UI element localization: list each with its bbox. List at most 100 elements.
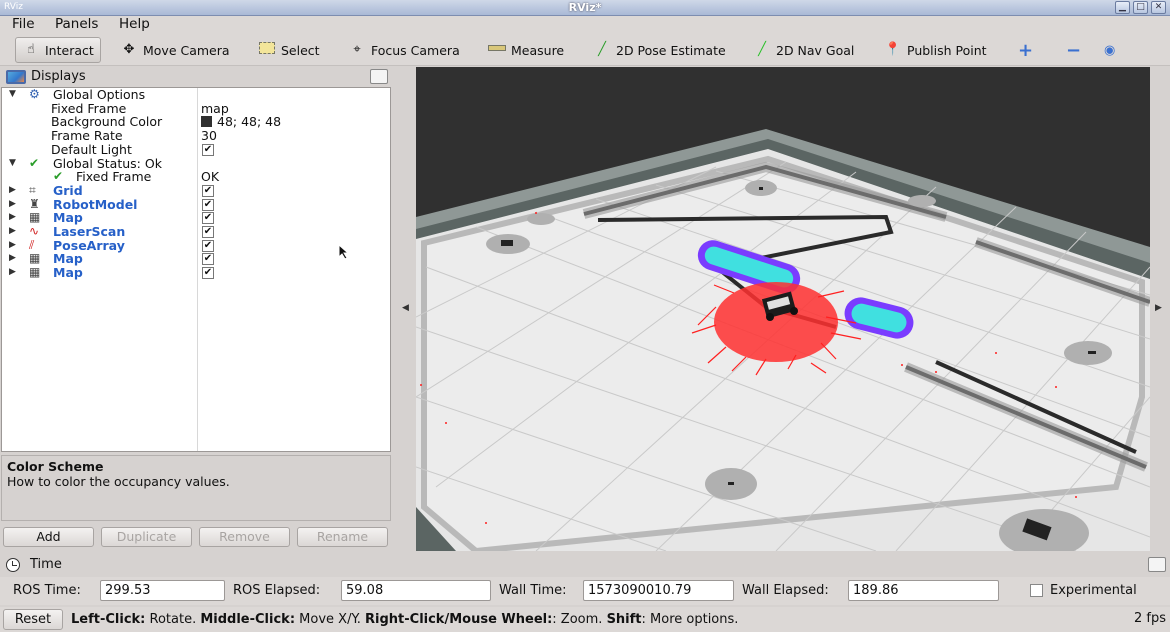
laserscan-checkbox[interactable]: ✔ [202, 226, 214, 238]
green-arrow-icon: ╱ [598, 42, 606, 57]
expanded-arrow-icon[interactable]: ▼ [9, 88, 16, 102]
checkmark-icon: ✔ [53, 169, 64, 184]
move-camera-tool-button[interactable]: ✥ Move Camera [120, 37, 230, 63]
add-tool-button[interactable]: + [1018, 37, 1033, 63]
tree-row-status-fixed-frame[interactable]: ✔ Fixed Frame OK [2, 169, 390, 184]
grid-icon: ⌗ [29, 182, 36, 197]
collapsed-arrow-icon[interactable]: ▶ [9, 211, 16, 225]
3d-viewport[interactable] [416, 67, 1150, 551]
wall-elapsed-field[interactable]: 189.86 [848, 580, 999, 601]
ros-elapsed-label: ROS Elapsed: [233, 583, 321, 598]
menu-file[interactable]: File [12, 16, 35, 33]
plus-icon: + [1018, 39, 1034, 61]
map-pin-icon: 📍 [884, 42, 902, 57]
monitor-icon [6, 70, 26, 84]
fps-indicator: 2 fps [1133, 611, 1166, 626]
laser-scan-icon: ∿ [29, 224, 40, 238]
displays-title: Displays [31, 69, 86, 84]
duplicate-display-button[interactable]: Duplicate [101, 527, 192, 547]
clock-icon [6, 558, 20, 572]
reset-button[interactable]: Reset [3, 609, 63, 630]
experimental-checkbox[interactable] [1030, 584, 1043, 597]
status-bar: Reset Left-Click: Rotate. Middle-Click: … [0, 607, 1170, 632]
status-hint: Left-Click: Rotate. Middle-Click: Move X… [71, 612, 739, 627]
selection-box-icon [258, 42, 276, 58]
collapsed-arrow-icon[interactable]: ▶ [9, 198, 16, 212]
pose-array-icon: ⫽ [29, 237, 35, 252]
interact-tool-button[interactable]: ☝ Interact [15, 37, 101, 63]
move-arrows-icon: ✥ [123, 42, 135, 57]
robot-model-icon: ♜ [29, 196, 40, 211]
tree-row-default-light[interactable]: Default Light ✔ [2, 143, 390, 157]
menu-help[interactable]: Help [119, 16, 150, 33]
ros-elapsed-field[interactable]: 59.08 [341, 580, 491, 601]
experimental-label: Experimental [1050, 583, 1137, 598]
tree-row-frame-rate[interactable]: Frame Rate 30 [2, 129, 390, 143]
collapsed-arrow-icon[interactable]: ▶ [9, 266, 16, 280]
collapse-left-arrow-icon[interactable]: ◀ [402, 303, 409, 313]
toolbar: ☝ Interact ✥ Move Camera Select ⌖ Focus … [0, 34, 1170, 66]
minimize-button[interactable]: ▁ [1115, 1, 1130, 14]
map-checkbox[interactable]: ✔ [202, 253, 214, 266]
menu-panels[interactable]: Panels [55, 16, 98, 33]
remove-display-button[interactable]: Remove [199, 527, 290, 547]
map-checkbox[interactable]: ✔ [202, 267, 214, 280]
mouse-cursor-icon [338, 244, 350, 260]
robotmodel-checkbox[interactable]: ✔ [202, 198, 214, 211]
tree-row-grid[interactable]: ▶ ⌗ Grid ✔ [2, 182, 390, 198]
property-description-box: Color Scheme How to color the occupancy … [1, 455, 391, 521]
description-title: Color Scheme [7, 459, 104, 474]
tree-row-background-color[interactable]: Background Color 48; 48; 48 [2, 115, 390, 129]
ros-time-field[interactable]: 299.53 [100, 580, 225, 601]
collapsed-arrow-icon[interactable]: ▶ [9, 184, 16, 198]
2d-pose-estimate-tool-button[interactable]: ╱ 2D Pose Estimate [593, 37, 726, 63]
posearray-checkbox[interactable]: ✔ [202, 239, 214, 252]
tree-row-robotmodel[interactable]: ▶ ♜ RobotModel ✔ [2, 196, 390, 212]
add-display-button[interactable]: Add [3, 527, 94, 547]
ros-time-label: ROS Time: [13, 583, 81, 598]
gear-icon: ⚙ [29, 87, 40, 101]
hand-pointer-icon: ☝ [27, 42, 35, 57]
collapse-right-arrow-icon[interactable]: ▶ [1155, 303, 1162, 313]
panel-float-button[interactable] [370, 69, 388, 84]
tree-row-posearray[interactable]: ▶ ⫽ PoseArray ✔ [2, 237, 390, 253]
wall-time-field[interactable]: 1573090010.79 [583, 580, 734, 601]
grid-checkbox[interactable]: ✔ [202, 184, 214, 197]
rename-display-button[interactable]: Rename [297, 527, 388, 547]
publish-point-tool-button[interactable]: 📍 Publish Point [884, 37, 987, 63]
wall-time-label: Wall Time: [499, 583, 567, 598]
panel-float-button[interactable] [1148, 557, 1166, 572]
collapsed-arrow-icon[interactable]: ▶ [9, 239, 16, 253]
tree-row-laserscan[interactable]: ▶ ∿ LaserScan ✔ [2, 224, 390, 239]
time-title: Time [30, 557, 62, 572]
tree-row-fixed-frame[interactable]: Fixed Frame map [2, 101, 390, 116]
focus-camera-tool-button[interactable]: ⌖ Focus Camera [348, 37, 459, 63]
collapsed-arrow-icon[interactable]: ▶ [9, 252, 16, 266]
select-tool-button[interactable]: Select [258, 37, 320, 63]
eye-icon: ◉ [1104, 42, 1116, 58]
tool-properties-button[interactable]: ◉ [1104, 37, 1115, 63]
time-panel: ROS Time: 299.53 ROS Elapsed: 59.08 Wall… [0, 577, 1170, 605]
measure-tool-button[interactable]: Measure [488, 37, 564, 63]
description-text: How to color the occupancy values. [7, 474, 230, 489]
map-checkbox[interactable]: ✔ [202, 212, 214, 225]
ruler-icon [488, 42, 506, 58]
default-light-checkbox[interactable]: ✔ [202, 143, 214, 156]
displays-tree[interactable]: ▼ ⚙ Global Options Fixed Frame map Backg… [1, 87, 391, 452]
color-swatch [201, 116, 212, 128]
tree-row-global-options[interactable]: ▼ ⚙ Global Options [2, 87, 390, 102]
window-title: RViz* [568, 1, 602, 14]
wall-elapsed-label: Wall Elapsed: [742, 583, 829, 598]
green-arrow-icon: ╱ [758, 42, 766, 57]
menubar: File Panels Help [0, 16, 1170, 34]
tree-row-map[interactable]: ▶ ▦ Map ✔ [2, 211, 390, 225]
close-button[interactable]: ✕ [1151, 1, 1166, 14]
expanded-arrow-icon[interactable]: ▼ [9, 157, 16, 171]
maximize-button[interactable]: □ [1133, 1, 1148, 14]
tree-row-global-status[interactable]: ▼ ✔ Global Status: Ok [2, 156, 390, 171]
collapsed-arrow-icon[interactable]: ▶ [9, 225, 16, 239]
remove-tool-button[interactable]: − [1066, 37, 1081, 63]
2d-nav-goal-tool-button[interactable]: ╱ 2D Nav Goal [753, 37, 854, 63]
tree-row-map[interactable]: ▶ ▦ Map ✔ [2, 252, 390, 266]
tree-row-map[interactable]: ▶ ▦ Map ✔ [2, 265, 390, 280]
